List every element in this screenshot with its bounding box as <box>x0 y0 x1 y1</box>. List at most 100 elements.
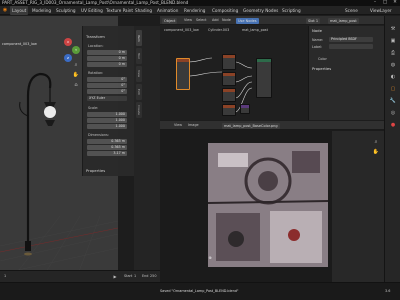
location-y-field[interactable]: 0 m <box>87 56 127 61</box>
timeline[interactable]: 1 ▶ Start 1 End 250 <box>0 270 160 282</box>
dimensions-label: Dimensions: <box>88 133 109 137</box>
menu-select[interactable]: Select <box>196 18 206 22</box>
node-label-label: Label: <box>312 45 323 49</box>
scene-icon[interactable]: ◍ <box>389 62 397 68</box>
cursor-2d-icon[interactable]: ⊕ <box>207 255 213 261</box>
status-bar: Saved "Ornamental_Lamp_Post_BLEND.blend"… <box>0 282 400 300</box>
sidebar-n-panel: Transform Location: 0 m 0 m 0 m Rotation… <box>82 26 134 176</box>
frame-start-value[interactable]: 1 <box>134 274 136 278</box>
image-texture-node-1[interactable] <box>222 54 236 70</box>
node-name-label: Name: <box>312 38 324 42</box>
node-properties-header[interactable]: Properties <box>312 66 331 71</box>
tab-compositing[interactable]: Compositing <box>212 6 238 15</box>
normal-map-node[interactable] <box>240 104 250 114</box>
scene-selector[interactable]: Scene <box>345 6 358 15</box>
material-icon[interactable]: ● <box>389 122 397 128</box>
view-layer-selector[interactable]: ViewLayer <box>370 6 392 15</box>
tab-shading[interactable]: Shading <box>135 6 152 15</box>
rotation-x-field[interactable]: 0° <box>87 77 127 82</box>
rotation-z-field[interactable]: 0° <box>87 89 127 94</box>
dimension-x-field[interactable]: 0.365 m <box>87 139 127 144</box>
tab-scripting[interactable]: Scripting <box>282 6 301 15</box>
node-panel-header[interactable]: Node <box>312 28 322 33</box>
zoom-icon[interactable]: ⌕ <box>372 139 380 145</box>
blender-version: 3.6 <box>385 289 391 293</box>
frame-end-label: End <box>142 274 149 278</box>
transform-header[interactable]: Transform <box>86 34 105 39</box>
image-texture-node-3[interactable] <box>222 88 236 102</box>
physics-icon[interactable]: ◎ <box>389 110 397 116</box>
tab-edit[interactable]: Edit <box>136 84 142 100</box>
tab-view[interactable]: View <box>136 66 142 82</box>
slot-dropdown[interactable]: Slot 1 <box>306 17 321 24</box>
render-icon[interactable]: ▣ <box>389 38 397 44</box>
scale-z-field[interactable]: 1.000 <box>87 124 127 129</box>
workspace-tabs-bar: ◉ Layout Modeling Sculpting UV Editing T… <box>0 6 400 15</box>
image-texture-node-4[interactable] <box>222 104 236 116</box>
image-tools-strip: ⌕ ✋ <box>332 131 384 282</box>
menu-view[interactable]: View <box>174 123 182 127</box>
rotation-y-field[interactable]: 0° <box>87 83 127 88</box>
tab-uv-editing[interactable]: UV Editing <box>81 6 103 15</box>
node-sidebar: Node Name: Principled BSDF Label: Color … <box>308 26 384 120</box>
camera-icon[interactable]: ⌂ <box>72 82 80 90</box>
pan-hand-icon[interactable]: ✋ <box>372 149 380 155</box>
scale-label: Scale: <box>88 106 99 110</box>
axis-x-gizmo-icon[interactable]: X <box>64 38 72 46</box>
menu-view[interactable]: View <box>184 18 192 22</box>
tab-layout[interactable]: Layout <box>10 6 29 15</box>
n-panel-tabs: Item Tool View Edit Create <box>134 26 160 270</box>
properties-header[interactable]: Properties <box>86 168 105 173</box>
texture-preview <box>208 143 328 267</box>
scale-y-field[interactable]: 1.000 <box>87 118 127 123</box>
current-frame[interactable]: 1 <box>4 274 6 278</box>
frame-start-label: Start <box>124 274 133 278</box>
rotation-mode-dropdown[interactable]: XYZ Euler <box>87 96 127 101</box>
properties-editor-tabs: ⚒ ▣ ⎙ ◍ ◐ ▢ 🔧 ◎ ● <box>384 16 400 282</box>
zoom-icon[interactable]: ⌕ <box>72 62 80 70</box>
frame-end-value[interactable]: 250 <box>150 274 156 278</box>
dimension-y-field[interactable]: 0.365 m <box>87 145 127 150</box>
tab-tool[interactable]: Tool <box>136 48 142 64</box>
node-name-field[interactable]: Principled BSDF <box>329 37 373 42</box>
menu-image[interactable]: Image <box>188 123 199 127</box>
location-x-field[interactable]: 0 m <box>87 50 127 55</box>
play-icon[interactable]: ▶ <box>112 274 118 280</box>
image-texture-node-2[interactable] <box>222 72 236 86</box>
output-icon[interactable]: ⎙ <box>389 50 397 56</box>
material-dropdown[interactable]: mat_lamp_post <box>328 17 359 24</box>
location-z-field[interactable]: 0 m <box>87 62 127 67</box>
dimension-z-field[interactable]: 3.17 m <box>87 151 127 156</box>
menu-node[interactable]: Node <box>222 18 231 22</box>
tab-animation[interactable]: Animation <box>157 6 178 15</box>
tab-texture-paint[interactable]: Texture Paint <box>106 6 133 15</box>
tab-create[interactable]: Create <box>136 102 142 118</box>
modifier-icon[interactable]: 🔧 <box>389 98 397 104</box>
editor-type-button[interactable]: Object <box>162 17 178 24</box>
pan-hand-icon[interactable]: ✋ <box>72 72 80 80</box>
image-editor-header: View Image mat_lamp_post_BaseColor.png <box>160 121 384 130</box>
axis-y-gizmo-icon[interactable]: Y <box>72 46 80 54</box>
world-icon[interactable]: ◐ <box>389 74 397 80</box>
tab-modeling[interactable]: Modeling <box>32 6 51 15</box>
texture-coordinate-node[interactable] <box>176 58 190 90</box>
tab-item[interactable]: Item <box>136 30 142 46</box>
location-label: Location: <box>88 44 104 48</box>
node-color-label: Color <box>318 57 327 61</box>
tab-geometry-nodes[interactable]: Geometry Nodes <box>243 6 278 15</box>
node-editor-header: Object View Select Add Node Use Nodes Sl… <box>160 16 384 25</box>
blender-logo-icon[interactable]: ◉ <box>1 7 9 13</box>
principled-bsdf-node[interactable] <box>256 58 272 98</box>
menu-add[interactable]: Add <box>212 18 219 22</box>
scale-x-field[interactable]: 1.000 <box>87 112 127 117</box>
tool-icon[interactable]: ⚒ <box>389 26 397 32</box>
tab-rendering[interactable]: Rendering <box>184 6 205 15</box>
node-label-field[interactable] <box>329 44 373 49</box>
object-icon[interactable]: ▢ <box>389 86 397 92</box>
axis-z-gizmo-icon[interactable]: Z <box>64 54 72 62</box>
status-message: Saved "Ornamental_Lamp_Post_BLEND.blend" <box>160 289 239 293</box>
image-dropdown[interactable]: mat_lamp_post_BaseColor.png <box>222 122 280 129</box>
rotation-label: Rotation: <box>88 71 104 75</box>
use-nodes-toggle[interactable]: Use Nodes <box>236 17 259 24</box>
tab-sculpting[interactable]: Sculpting <box>56 6 76 15</box>
